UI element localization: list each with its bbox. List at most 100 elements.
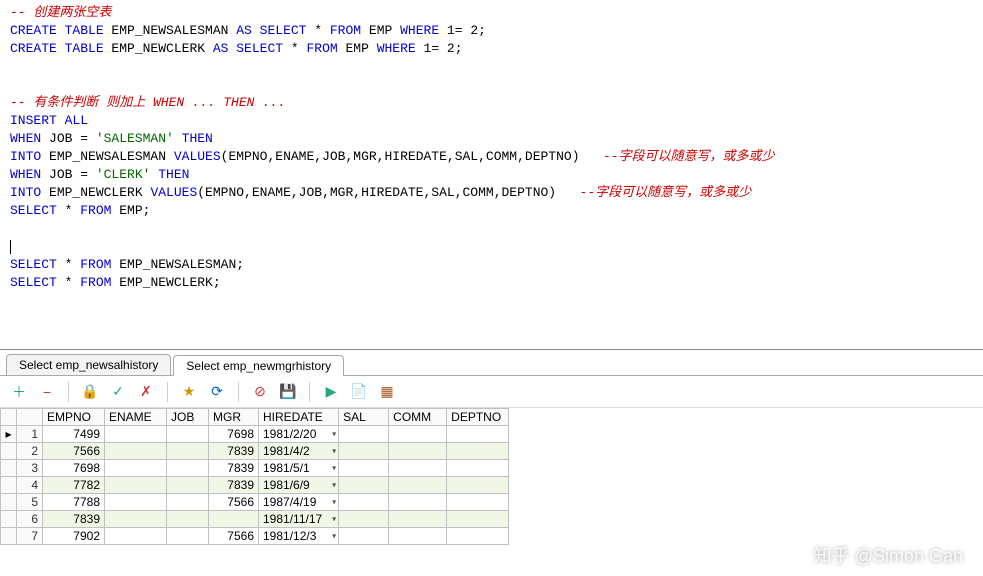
cell-comm[interactable]: [389, 511, 447, 528]
cell-empno[interactable]: 7902: [43, 528, 105, 545]
cell-ename[interactable]: [105, 443, 167, 460]
cell-mgr[interactable]: 7566: [209, 528, 259, 545]
table-row[interactable]: 5778875661987/4/19▾: [1, 494, 509, 511]
cell-job[interactable]: [167, 477, 209, 494]
cell-deptno[interactable]: [447, 460, 509, 477]
row-indicator[interactable]: [1, 477, 17, 494]
post-button[interactable]: ✓: [107, 381, 129, 403]
cell-comm[interactable]: [389, 426, 447, 443]
cell-mgr[interactable]: 7839: [209, 477, 259, 494]
cell-deptno[interactable]: [447, 443, 509, 460]
script-button[interactable]: 📄: [348, 381, 370, 403]
cell-hiredate[interactable]: 1981/6/9▾: [259, 477, 339, 494]
cell-deptno[interactable]: [447, 511, 509, 528]
cell-mgr[interactable]: [209, 511, 259, 528]
cell-sal[interactable]: [339, 460, 389, 477]
table-row[interactable]: 678391981/11/17▾: [1, 511, 509, 528]
cell-job[interactable]: [167, 494, 209, 511]
cell-job[interactable]: [167, 528, 209, 545]
cell-sal[interactable]: [339, 511, 389, 528]
lock-button[interactable]: 🔒: [79, 381, 101, 403]
tab-newsalhistory[interactable]: Select emp_newsalhistory: [6, 354, 171, 375]
date-dropdown-icon[interactable]: ▾: [332, 498, 336, 507]
date-dropdown-icon[interactable]: ▾: [332, 447, 336, 456]
row-indicator[interactable]: ▸: [1, 426, 17, 443]
delete-row-button[interactable]: −: [36, 381, 58, 403]
cell-comm[interactable]: [389, 460, 447, 477]
col-header-hiredate[interactable]: HIREDATE: [259, 409, 339, 426]
cell-job[interactable]: [167, 511, 209, 528]
cell-deptno[interactable]: [447, 426, 509, 443]
cell-deptno[interactable]: [447, 494, 509, 511]
date-dropdown-icon[interactable]: ▾: [332, 532, 336, 541]
cell-mgr[interactable]: 7698: [209, 426, 259, 443]
cell-ename[interactable]: [105, 477, 167, 494]
cancel-button[interactable]: ✗: [135, 381, 157, 403]
cell-ename[interactable]: [105, 426, 167, 443]
bookmark-button[interactable]: ★: [178, 381, 200, 403]
cell-comm[interactable]: [389, 443, 447, 460]
row-indicator[interactable]: [1, 511, 17, 528]
cell-job[interactable]: [167, 426, 209, 443]
break-button[interactable]: ⊘: [249, 381, 271, 403]
cell-sal[interactable]: [339, 426, 389, 443]
save-button[interactable]: 💾: [277, 381, 299, 403]
cell-job[interactable]: [167, 460, 209, 477]
table-row[interactable]: ▸1749976981981/2/20▾: [1, 426, 509, 443]
cell-hiredate[interactable]: 1981/12/3▾: [259, 528, 339, 545]
cell-ename[interactable]: [105, 460, 167, 477]
cell-deptno[interactable]: [447, 477, 509, 494]
cell-sal[interactable]: [339, 528, 389, 545]
cell-ename[interactable]: [105, 528, 167, 545]
row-indicator[interactable]: [1, 443, 17, 460]
cell-job[interactable]: [167, 443, 209, 460]
cell-ename[interactable]: [105, 511, 167, 528]
row-indicator[interactable]: [1, 528, 17, 545]
cell-mgr[interactable]: 7566: [209, 494, 259, 511]
grid-button[interactable]: ▦: [376, 381, 398, 403]
sql-editor[interactable]: -- 创建两张空表 CREATE TABLE EMP_NEWSALESMAN A…: [0, 0, 983, 350]
cell-empno[interactable]: 7788: [43, 494, 105, 511]
col-header-ename[interactable]: ENAME: [105, 409, 167, 426]
table-row[interactable]: 7790275661981/12/3▾: [1, 528, 509, 545]
table-row[interactable]: 4778278391981/6/9▾: [1, 477, 509, 494]
cell-hiredate[interactable]: 1981/5/1▾: [259, 460, 339, 477]
cell-deptno[interactable]: [447, 528, 509, 545]
cell-mgr[interactable]: 7839: [209, 443, 259, 460]
date-dropdown-icon[interactable]: ▾: [332, 464, 336, 473]
col-header-empno[interactable]: EMPNO: [43, 409, 105, 426]
date-dropdown-icon[interactable]: ▾: [332, 481, 336, 490]
col-header-deptno[interactable]: DEPTNO: [447, 409, 509, 426]
cell-hiredate[interactable]: 1981/4/2▾: [259, 443, 339, 460]
cell-empno[interactable]: 7566: [43, 443, 105, 460]
cell-comm[interactable]: [389, 494, 447, 511]
date-dropdown-icon[interactable]: ▾: [332, 515, 336, 524]
col-header-job[interactable]: JOB: [167, 409, 209, 426]
cell-ename[interactable]: [105, 494, 167, 511]
results-grid-wrap[interactable]: EMPNO ENAME JOB MGR HIREDATE SAL COMM DE…: [0, 408, 983, 576]
cell-sal[interactable]: [339, 443, 389, 460]
row-indicator[interactable]: [1, 494, 17, 511]
results-grid[interactable]: EMPNO ENAME JOB MGR HIREDATE SAL COMM DE…: [0, 408, 509, 545]
cell-mgr[interactable]: 7839: [209, 460, 259, 477]
tab-newmgrhistory[interactable]: Select emp_newmgrhistory: [173, 355, 344, 376]
refresh-button[interactable]: ⟳: [206, 381, 228, 403]
table-row[interactable]: 3769878391981/5/1▾: [1, 460, 509, 477]
cell-sal[interactable]: [339, 494, 389, 511]
cell-hiredate[interactable]: 1981/11/17▾: [259, 511, 339, 528]
col-header-mgr[interactable]: MGR: [209, 409, 259, 426]
execute-button[interactable]: ▶: [320, 381, 342, 403]
cell-empno[interactable]: 7698: [43, 460, 105, 477]
add-row-button[interactable]: ＋: [8, 381, 30, 403]
cell-empno[interactable]: 7782: [43, 477, 105, 494]
cell-comm[interactable]: [389, 477, 447, 494]
col-header-sal[interactable]: SAL: [339, 409, 389, 426]
table-row[interactable]: 2756678391981/4/2▾: [1, 443, 509, 460]
cell-comm[interactable]: [389, 528, 447, 545]
col-header-comm[interactable]: COMM: [389, 409, 447, 426]
date-dropdown-icon[interactable]: ▾: [332, 430, 336, 439]
cell-empno[interactable]: 7499: [43, 426, 105, 443]
cell-sal[interactable]: [339, 477, 389, 494]
cell-empno[interactable]: 7839: [43, 511, 105, 528]
row-indicator[interactable]: [1, 460, 17, 477]
